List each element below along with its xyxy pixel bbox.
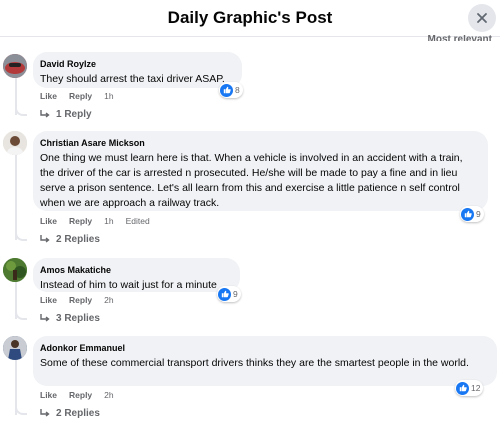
comment-author[interactable]: David Roylze — [40, 58, 234, 70]
reply-button[interactable]: Reply — [69, 216, 92, 226]
replies-count-label: 2 Replies — [56, 234, 100, 245]
comment-actions: Like Reply 2h — [40, 295, 114, 305]
comment-text: They should arrest the taxi driver ASAP. — [40, 73, 225, 85]
comment-bubble: David Roylze They should arrest the taxi… — [33, 52, 242, 88]
reaction-badge[interactable]: 9 — [460, 206, 484, 222]
reaction-badge[interactable]: 9 — [217, 286, 241, 302]
close-button[interactable] — [468, 4, 496, 32]
page-title: Daily Graphic's Post — [167, 8, 333, 27]
avatar-image — [3, 54, 27, 78]
avatar[interactable] — [3, 336, 27, 360]
replies-count-label: 1 Reply — [56, 109, 92, 120]
thumbs-up-icon — [461, 207, 474, 221]
avatar[interactable] — [3, 54, 27, 78]
reply-arrow-icon — [40, 409, 50, 417]
comment-text: One thing we must learn here is that. Wh… — [40, 152, 463, 209]
comment-bubble: Adonkor Emmanuel Some of these commercia… — [33, 336, 497, 386]
avatar[interactable] — [3, 258, 27, 282]
reply-button[interactable]: Reply — [69, 295, 92, 305]
comment-text: Instead of him to wait just for a minute — [40, 279, 217, 291]
reply-button[interactable]: Reply — [69, 91, 92, 101]
like-button[interactable]: Like — [40, 295, 57, 305]
comment-timestamp[interactable]: 2h — [104, 390, 113, 400]
reply-button[interactable]: Reply — [69, 390, 92, 400]
reaction-badge[interactable]: 12 — [455, 380, 484, 396]
comment-actions: Like Reply 2h — [40, 390, 114, 400]
close-icon — [477, 13, 487, 23]
like-button[interactable]: Like — [40, 390, 57, 400]
comment-author[interactable]: Christian Asare Mickson — [40, 137, 480, 149]
thumbs-up-icon — [218, 287, 231, 301]
sort-dropdown[interactable]: Most relevant — [428, 35, 492, 41]
comment-actions: Like Reply 1h — [40, 91, 114, 101]
comment-author[interactable]: Adonkor Emmanuel — [40, 342, 489, 354]
comment-bubble: Amos Makatiche Instead of him to wait ju… — [33, 258, 240, 292]
avatar-image — [3, 131, 27, 155]
reaction-badge[interactable]: 8 — [219, 82, 243, 98]
reaction-count: 12 — [471, 383, 481, 393]
view-replies-link[interactable]: 3 Replies — [40, 313, 100, 324]
thumbs-up-icon — [456, 381, 469, 395]
comment-timestamp[interactable]: 1h — [104, 91, 113, 101]
comment-text: Some of these commercial transport drive… — [40, 357, 469, 369]
view-replies-link[interactable]: 1 Reply — [40, 109, 92, 120]
reply-arrow-icon — [40, 110, 50, 118]
thread-line — [15, 154, 17, 240]
replies-count-label: 2 Replies — [56, 408, 100, 419]
replies-count-label: 3 Replies — [56, 313, 100, 324]
comment-author[interactable]: Amos Makatiche — [40, 264, 232, 276]
view-replies-link[interactable]: 2 Replies — [40, 234, 100, 245]
edited-label[interactable]: Edited — [126, 216, 150, 226]
reply-arrow-icon — [40, 235, 50, 243]
like-button[interactable]: Like — [40, 91, 57, 101]
comment-actions: Like Reply 1h Edited — [40, 216, 150, 226]
avatar-image — [3, 258, 27, 282]
reaction-count: 8 — [235, 85, 240, 95]
comment-timestamp[interactable]: 2h — [104, 295, 113, 305]
comment-timestamp[interactable]: 1h — [104, 216, 113, 226]
avatar-image — [3, 336, 27, 360]
post-header: Daily Graphic's Post — [0, 0, 500, 37]
thumbs-up-icon — [220, 83, 233, 97]
reply-arrow-icon — [40, 314, 50, 322]
like-button[interactable]: Like — [40, 216, 57, 226]
avatar[interactable] — [3, 131, 27, 155]
reaction-count: 9 — [233, 289, 238, 299]
comment-bubble: Christian Asare Mickson One thing we mus… — [33, 131, 488, 211]
view-replies-link[interactable]: 2 Replies — [40, 408, 100, 419]
reaction-count: 9 — [476, 209, 481, 219]
